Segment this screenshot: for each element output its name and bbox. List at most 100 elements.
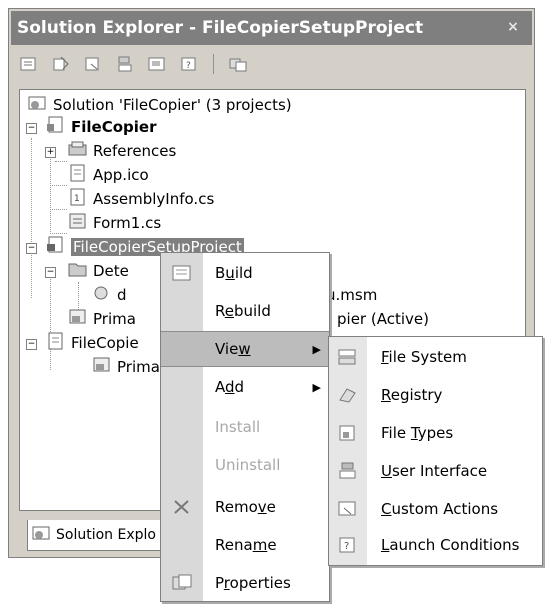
toolbar: ? [17, 51, 250, 77]
tree-node-solution[interactable]: Solution 'FileCopier' (3 projects) [28, 94, 292, 116]
launch-conditions-icon[interactable] [226, 53, 250, 75]
menu-item-label: Rename [215, 536, 277, 554]
primary-output-icon [92, 356, 112, 378]
collapse-icon[interactable]: − [26, 123, 37, 134]
folder-icon [68, 260, 88, 282]
menu-item-label: Remove [215, 498, 276, 516]
tree-node-label: App.ico [93, 166, 149, 184]
context-menu: Build Rebuild View ▶ Add ▶ Install Unins… [160, 252, 330, 602]
submenu-item-label: File Types [381, 424, 454, 442]
tree-node-label: Prima [93, 310, 136, 328]
window-title: Solution Explorer - FileCopierSetupProje… [17, 18, 424, 38]
submenu-arrow-icon: ▶ [312, 342, 321, 356]
menu-item-add[interactable]: Add ▶ [161, 369, 329, 405]
delete-icon [170, 495, 194, 519]
tree-node-assemblyinfo[interactable]: 1 AssemblyInfo.cs [68, 188, 214, 210]
menu-item-view[interactable]: View ▶ [161, 331, 329, 367]
tree-node-label: FileCopie [71, 334, 139, 352]
tree-line [50, 209, 67, 210]
svg-text:1: 1 [74, 194, 80, 204]
tab-label: Solution Explo [56, 527, 156, 543]
tree-node-dependency-suffix: u.msm [326, 284, 377, 306]
launch-conditions-icon: ? [336, 533, 360, 557]
properties-icon[interactable] [17, 53, 41, 75]
submenu-item-registry[interactable]: Registry [329, 377, 542, 413]
tree-node-label: u.msm [326, 286, 378, 304]
tree-node-label: FileCopier [71, 118, 157, 136]
tree-node-label: pier (Active) [337, 310, 429, 328]
menu-item-label: Install [215, 418, 261, 436]
user-interface-icon [336, 459, 360, 483]
view-code-icon[interactable] [113, 53, 137, 75]
setup-project-icon [46, 236, 66, 258]
tree-node-project-filecopier[interactable]: FileCopier [46, 116, 156, 138]
menu-item-rename[interactable]: Rename [161, 527, 329, 563]
menu-item-build[interactable]: Build [161, 255, 329, 291]
tree-node-form1[interactable]: Form1.cs [68, 212, 161, 234]
file-system-icon [336, 345, 360, 369]
tree-node-references[interactable]: References [68, 140, 176, 162]
menu-item-rebuild[interactable]: Rebuild [161, 293, 329, 329]
solution-icon [32, 524, 52, 546]
collapse-icon[interactable]: − [45, 267, 56, 278]
submenu-item-launch-conditions[interactable]: ? Launch Conditions [329, 527, 542, 563]
tree-node-dependency[interactable]: d [92, 284, 127, 306]
menu-item-label: View [215, 340, 251, 358]
cs-file-icon: 1 [68, 188, 88, 210]
submenu-item-file-types[interactable]: File Types [329, 415, 542, 451]
svg-text:?: ? [186, 61, 191, 71]
toolbar-separator [213, 54, 214, 74]
tree-node-primary-output-2[interactable]: Prima [92, 356, 160, 378]
menu-item-label: Rebuild [215, 302, 271, 320]
submenu-item-user-interface[interactable]: User Interface [329, 453, 542, 489]
svg-text:?: ? [344, 541, 349, 552]
show-all-files-icon[interactable] [49, 53, 73, 75]
submenu-item-label: Custom Actions [381, 500, 499, 518]
tree-node-label: Prima [117, 358, 160, 376]
submenu-item-custom-actions[interactable]: Custom Actions [329, 491, 542, 527]
window-titlebar[interactable]: Solution Explorer - FileCopierSetupProje… [11, 11, 532, 45]
tree-line [31, 138, 32, 298]
tree-line [55, 161, 67, 162]
collapse-icon[interactable]: − [26, 339, 37, 350]
merge-module-icon [92, 284, 112, 306]
tree-node-label: AssemblyInfo.cs [93, 190, 215, 208]
registry-icon [336, 383, 360, 407]
custom-actions-icon [336, 497, 360, 521]
primary-output-icon [68, 308, 88, 330]
menu-item-properties[interactable]: Properties [161, 565, 329, 601]
menu-item-label: Build [215, 264, 253, 282]
menu-item-remove[interactable]: Remove [161, 489, 329, 525]
tree-node-label: Form1.cs [93, 214, 162, 232]
collapse-icon[interactable]: − [26, 243, 37, 254]
menu-item-uninstall[interactable]: Uninstall [161, 447, 329, 483]
file-icon [68, 164, 88, 186]
submenu-item-file-system[interactable]: File System [329, 339, 542, 375]
tree-node-primary-output[interactable]: Prima [68, 308, 136, 330]
menu-item-label: Properties [215, 574, 291, 592]
project-icon [46, 332, 66, 354]
view-designer-icon[interactable] [145, 53, 169, 75]
menu-item-label: Uninstall [215, 456, 281, 474]
close-icon[interactable]: × [504, 18, 522, 36]
tree-line [50, 150, 51, 234]
tree-node-label: Dete [93, 262, 129, 280]
tree-node-project3[interactable]: FileCopie [46, 332, 139, 354]
csharp-project-icon [46, 116, 66, 138]
submenu-arrow-icon: ▶ [312, 380, 321, 394]
tree-node-primary-suffix: pier (Active) [337, 308, 429, 330]
tree-node-detected-dependencies[interactable]: Dete [68, 260, 129, 282]
view-submenu: File System Registry File Types User Int… [328, 336, 543, 566]
expand-icon[interactable]: + [45, 147, 56, 158]
file-types-icon [336, 421, 360, 445]
tree-node-label: Solution 'FileCopier' (3 projects) [53, 96, 292, 114]
tree-node-app-ico[interactable]: App.ico [68, 164, 149, 186]
refresh-icon[interactable] [81, 53, 105, 75]
file-types-icon[interactable]: ? [177, 53, 201, 75]
tree-line [50, 274, 51, 370]
menu-item-install[interactable]: Install [161, 409, 329, 445]
tree-node-label: References [93, 142, 177, 160]
solution-icon [28, 94, 48, 116]
submenu-item-label: File System [381, 348, 467, 366]
properties-icon [170, 571, 194, 595]
